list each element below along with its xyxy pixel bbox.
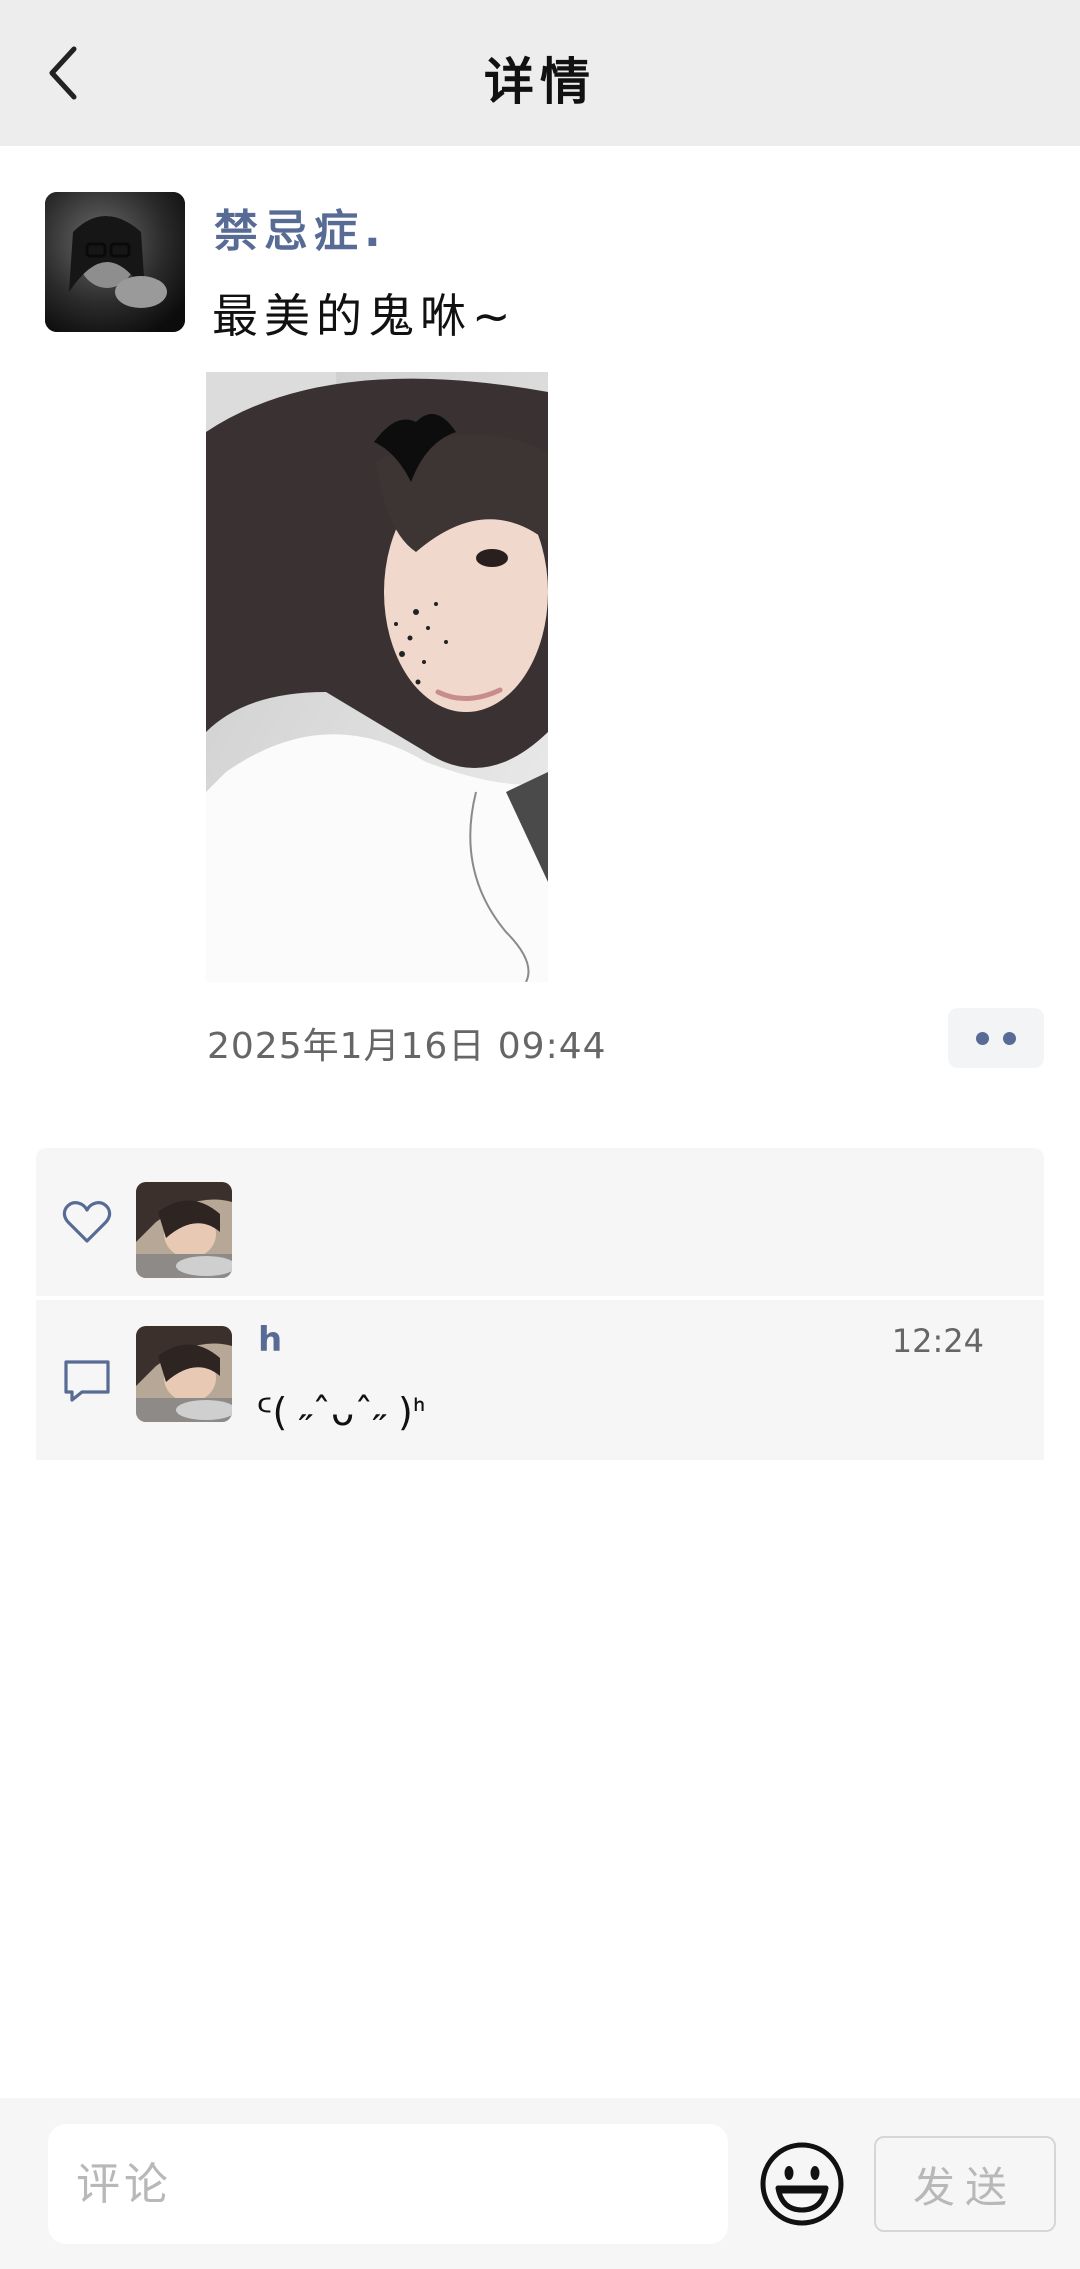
moment-detail-screen: 详情 禁忌症. 最美的鬼咻~ 2025年1月16日 09:44 h 12:24 … — [0, 0, 1080, 2269]
post-timestamp: 2025年1月16日 09:44 — [207, 1026, 607, 1067]
comment-item[interactable]: h 12:24 ᑦ( ˶ˆᴗˆ˶ )ᑋ — [36, 1300, 1044, 1460]
post-text: 最美的鬼咻~ — [212, 289, 517, 343]
likes-panel — [36, 1148, 1044, 1296]
post-photo[interactable] — [206, 372, 548, 982]
comment-composer: 发送 — [0, 2098, 1080, 2269]
more-dot-icon — [1003, 1031, 1016, 1045]
commenter-avatar[interactable] — [136, 1326, 232, 1422]
heart-outline-icon — [62, 1201, 112, 1243]
comment-time: 12:24 — [891, 1322, 984, 1360]
author-name[interactable]: 禁忌症. — [214, 195, 387, 259]
top-nav-bar: 详情 — [0, 0, 1080, 146]
comment-bubble-icon — [64, 1360, 110, 1402]
emoji-button[interactable] — [758, 2140, 846, 2228]
send-button[interactable]: 发送 — [874, 2136, 1056, 2232]
comment-input[interactable] — [48, 2124, 728, 2244]
more-actions-button[interactable] — [948, 1008, 1044, 1068]
more-dot-icon — [976, 1031, 989, 1045]
page-title: 详情 — [484, 53, 596, 111]
liker-avatar[interactable] — [136, 1182, 232, 1278]
author-avatar[interactable] — [45, 192, 185, 332]
commenter-name[interactable]: h — [258, 1320, 282, 1360]
comment-text: ᑦ( ˶ˆᴗˆ˶ )ᑋ — [256, 1390, 426, 1434]
smiley-face-icon — [760, 2142, 844, 2226]
